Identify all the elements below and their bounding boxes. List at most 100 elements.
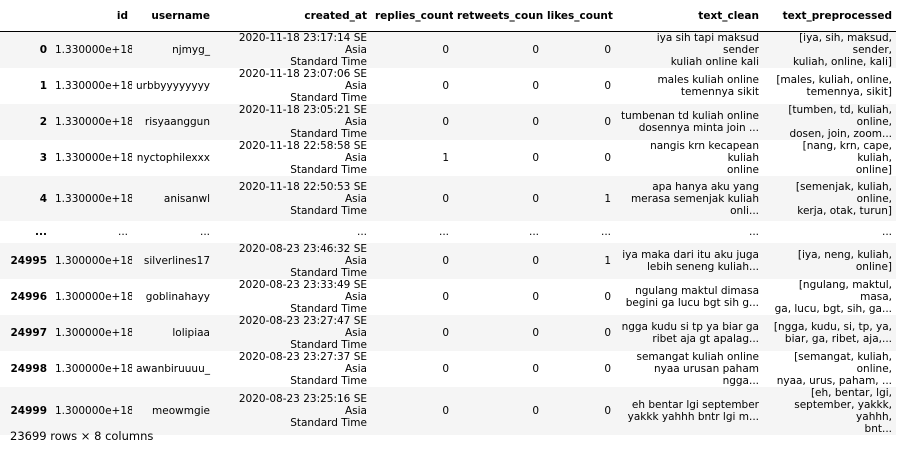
cell-text-clean-line: merasa semenjak kuliah bbox=[630, 192, 759, 205]
cell-text-clean-line: iya maka dari itu aku juga bbox=[622, 249, 759, 261]
cell-created-at: 2020-11-18 23:07:06 SE Asia Standard Time bbox=[214, 68, 371, 104]
row-index: 2 bbox=[39, 116, 47, 128]
table-row: 24997 1.300000e+18 lolipiaa 2020-08-23 23:2… bbox=[0, 315, 896, 351]
cell-text-preprocessed: [eh, bentar, lgi, september, yakkk, yahhh… bbox=[763, 387, 896, 435]
cell-replies-count: 0 bbox=[442, 80, 449, 92]
cell-likes-count: 0 bbox=[604, 327, 611, 339]
cell-username: anisanwl bbox=[163, 192, 210, 205]
cell-text-clean: nangis krn kecapean kuliah online bbox=[615, 140, 763, 176]
cell-username: awanbiruuuu_ bbox=[136, 363, 210, 375]
cell-text-preprocessed-line: [semenjak, kuliah, online, bbox=[795, 180, 892, 205]
cell-text-clean: iya sih tapi maksud sender kuliah online … bbox=[615, 32, 763, 68]
cell-username: urbbyyyyyyyy bbox=[136, 80, 211, 92]
col-header-replies-count: replies_count bbox=[371, 0, 453, 32]
cell-text-clean: semangat kuliah online nyaa urusan paham … bbox=[615, 351, 763, 387]
cell-retweets-count: 0 bbox=[532, 363, 539, 375]
cell-username: goblinahayy bbox=[145, 291, 210, 303]
cell-text-preprocessed: [semangat, kuliah, online, nyaa, urus, pa… bbox=[763, 351, 896, 387]
cell-text-clean: tumbenan td kuliah online dosennya minta … bbox=[615, 104, 763, 140]
row-index: 24995 bbox=[10, 255, 47, 267]
cell-replies-count: 0 bbox=[442, 44, 449, 56]
cell-text-preprocessed-line: nyaa, urus, paham, ... bbox=[776, 375, 892, 387]
cell-replies-count: 0 bbox=[442, 327, 449, 339]
cell-retweets-count: 0 bbox=[532, 116, 539, 128]
row-index: 4 bbox=[39, 192, 47, 205]
cell-text-preprocessed-line: dosen, join, zoom... bbox=[789, 128, 892, 140]
cell-text-clean-line: nyaa urusan paham ngga... bbox=[653, 363, 759, 387]
cell-text-clean-line: apa hanya aku yang bbox=[652, 180, 759, 193]
cell-created-at: 2020-08-23 23:46:32 SE Asia Standard Time bbox=[214, 243, 371, 279]
cell-id: 1.300000e+18 bbox=[55, 363, 132, 375]
cell-replies-count: 0 bbox=[442, 192, 449, 205]
cell-text-preprocessed-line: online] bbox=[855, 164, 892, 176]
cell-text-clean-line: tumbenan td kuliah online bbox=[620, 110, 759, 122]
cell-created-at-line: Standard Time bbox=[290, 92, 367, 104]
cell-created-at-line: 2020-08-23 23:25:16 SE Asia bbox=[238, 393, 367, 417]
cell-text-preprocessed-line: kuliah, online, kali] bbox=[793, 56, 892, 68]
cell-text-clean: ngulang maktul dimasa begini ga lucu bgt … bbox=[615, 279, 763, 315]
cell-text-preprocessed-line: ga, lucu, bgt, sih, ga... bbox=[774, 303, 892, 315]
table-row: 4 1.330000e+18 anisanwl 2020-11-18 22:50:53… bbox=[0, 176, 896, 221]
cell-retweets-count: 0 bbox=[532, 327, 539, 339]
cell-text-clean: ... bbox=[615, 221, 763, 243]
col-header-retweets-count: retweets_count bbox=[453, 0, 543, 32]
cell-text-preprocessed-line: [iya, neng, kuliah, online] bbox=[797, 249, 892, 273]
cell-text-preprocessed: [semenjak, kuliah, online, kerja, otak, t… bbox=[763, 176, 896, 221]
cell-text-preprocessed-line: [males, kuliah, online, bbox=[776, 74, 892, 86]
cell-created-at: 2020-08-23 23:33:49 SE Asia Standard Time bbox=[214, 279, 371, 315]
cell-created-at-line: Standard Time bbox=[290, 339, 367, 351]
cell-likes-count: 0 bbox=[604, 405, 611, 417]
cell-text-clean-line: ngulang maktul dimasa bbox=[635, 285, 759, 297]
cell-replies-count: 0 bbox=[442, 291, 449, 303]
cell-created-at-line: Standard Time bbox=[290, 303, 367, 315]
cell-created-at-line: 2020-08-23 23:27:47 SE Asia bbox=[238, 315, 367, 339]
table-row: 0 1.330000e+18 njmyg_ 2020-11-18 23:17:14 S… bbox=[0, 31, 896, 68]
col-header-username: username bbox=[132, 0, 214, 32]
cell-replies-count: 0 bbox=[442, 255, 449, 267]
cell-retweets-count: 0 bbox=[532, 192, 539, 205]
cell-created-at-line: Standard Time bbox=[290, 56, 367, 68]
cell-created-at: 2020-11-18 22:50:53 SE Asia Standard Time bbox=[214, 176, 371, 221]
cell-id: 1.300000e+18 bbox=[55, 405, 132, 417]
cell-created-at: 2020-11-18 23:17:14 SE Asia Standard Time bbox=[214, 32, 371, 68]
cell-created-at-line: 2020-11-18 22:58:58 SE Asia bbox=[238, 140, 367, 164]
cell-id: 1.330000e+18 bbox=[55, 44, 132, 56]
cell-created-at-line: 2020-11-18 22:50:53 SE Asia bbox=[238, 180, 367, 205]
cell-created-at-line: Standard Time bbox=[290, 204, 367, 217]
col-header-created-at: created_at bbox=[214, 0, 371, 32]
table-body: 0 1.330000e+18 njmyg_ 2020-11-18 23:17:14 S… bbox=[0, 31, 896, 435]
cell-likes-count: 0 bbox=[604, 44, 611, 56]
cell-likes-count: 0 bbox=[604, 152, 611, 164]
row-index: 24997 bbox=[10, 327, 47, 339]
cell-text-clean: apa hanya aku yang merasa semenjak kuliah… bbox=[615, 176, 763, 221]
cell-likes-count: 0 bbox=[604, 363, 611, 375]
cell-created-at-line: Standard Time bbox=[290, 164, 367, 176]
cell-retweets-count: 0 bbox=[532, 405, 539, 417]
cell-text-preprocessed-line: [ngulang, maktul, masa, bbox=[798, 279, 892, 303]
cell-username: risyaanggun bbox=[144, 116, 210, 128]
cell-text-preprocessed: [tumben, td, kuliah, online, dosen, join,… bbox=[763, 104, 896, 140]
cell-created-at-line: ... bbox=[356, 226, 367, 238]
cell-username: lolipiaa bbox=[172, 327, 210, 339]
cell-text-preprocessed-line: [semangat, kuliah, online, bbox=[794, 351, 892, 375]
table-row: 24999 1.300000e+18 meowmgie 2020-08-23 23:2… bbox=[0, 387, 896, 435]
cell-id: 1.330000e+18 bbox=[55, 80, 132, 92]
row-index: 1 bbox=[39, 80, 47, 92]
cell-id: 1.300000e+18 bbox=[55, 255, 132, 267]
cell-created-at-line: Standard Time bbox=[290, 267, 367, 279]
cell-retweets-count: 0 bbox=[532, 80, 539, 92]
cell-text-clean-line: ribet aja gt apalag... bbox=[652, 333, 759, 345]
cell-text-preprocessed: [ngulang, maktul, masa, ga, lucu, bgt, si… bbox=[763, 279, 896, 315]
table-row: 3 1.330000e+18 nyctophilexxx 2020-11-18 22:… bbox=[0, 140, 896, 176]
cell-retweets-count: ... bbox=[528, 226, 539, 238]
cell-created-at-line: 2020-11-18 23:17:14 SE Asia bbox=[238, 32, 367, 56]
cell-retweets-count: 0 bbox=[532, 44, 539, 56]
cell-created-at: 2020-08-23 23:25:16 SE Asia Standard Time bbox=[214, 387, 371, 435]
table-row: 24998 1.300000e+18 awanbiruuuu_ 2020-08-23 … bbox=[0, 351, 896, 387]
cell-replies-count: 0 bbox=[442, 363, 449, 375]
cell-created-at-line: 2020-11-18 23:07:06 SE Asia bbox=[238, 68, 367, 92]
dataframe-table: id username created_at replies_count ret… bbox=[0, 0, 896, 435]
ellipsis-row: ........................... bbox=[0, 221, 896, 243]
cell-created-at-line: 2020-08-23 23:33:49 SE Asia bbox=[238, 279, 367, 303]
cell-likes-count: 1 bbox=[604, 192, 611, 205]
